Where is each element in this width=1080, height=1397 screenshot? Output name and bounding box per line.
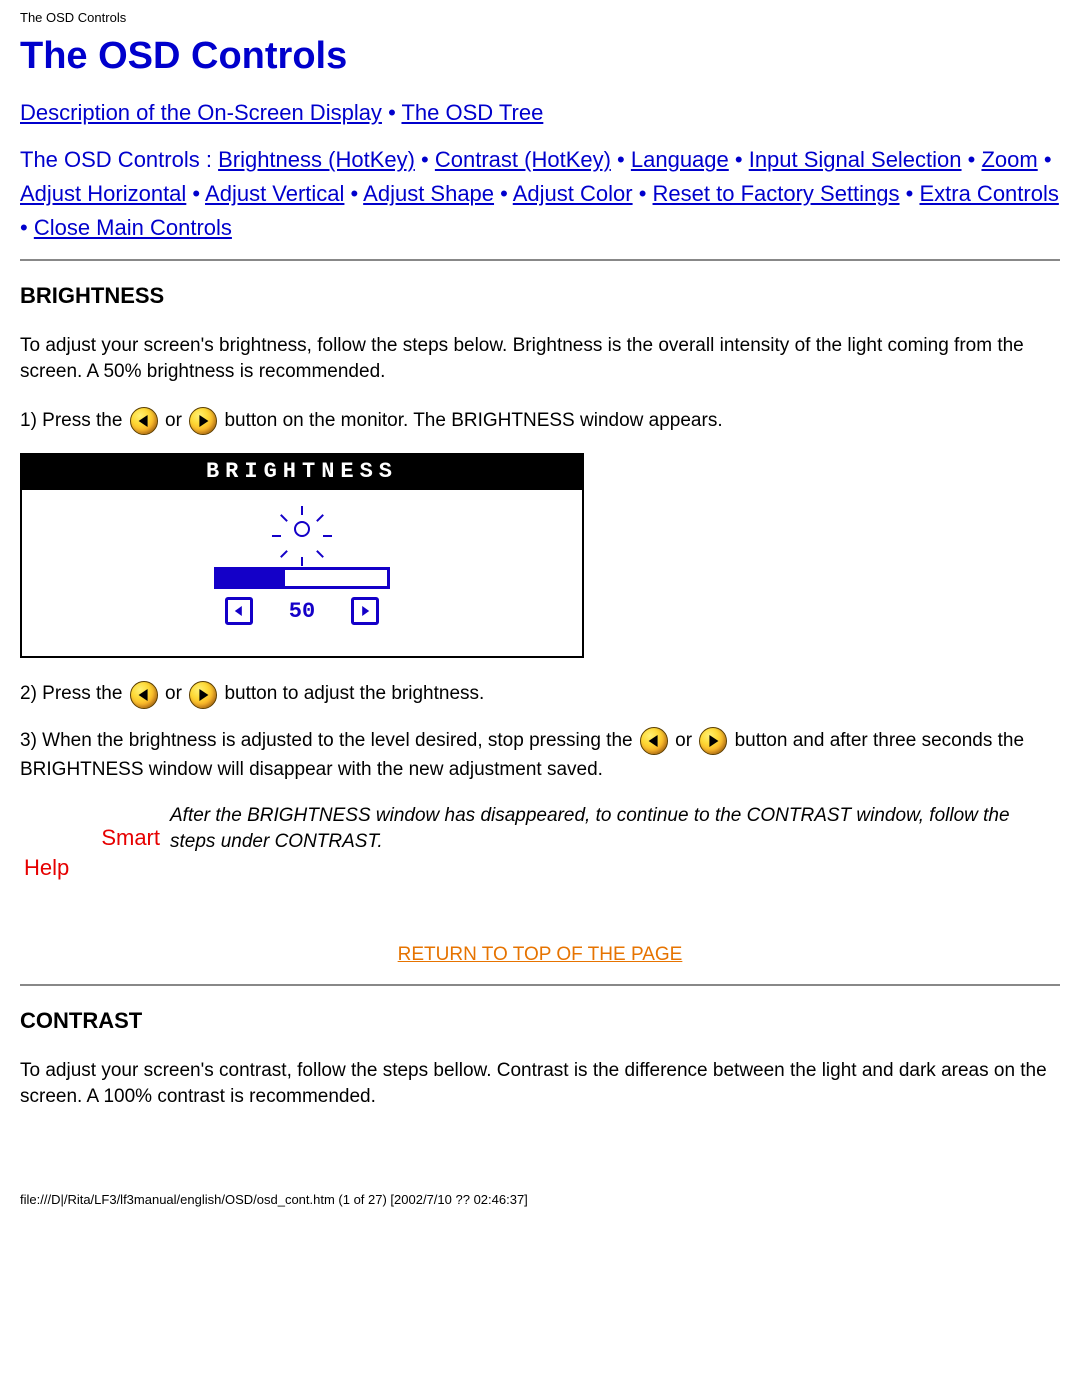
osd-left-icon: [225, 597, 253, 625]
brightness-step-2: 2) Press the or button to adjust the bri…: [20, 680, 1060, 709]
right-arrow-icon: [189, 407, 217, 435]
sub-nav: The OSD Controls : Brightness (HotKey) •…: [20, 143, 1060, 245]
smart-label: Smart: [20, 823, 170, 854]
link-adjust-shape[interactable]: Adjust Shape: [363, 181, 494, 206]
footer-path: file:///D|/Rita/LF3/lf3manual/english/OS…: [0, 1152, 1080, 1215]
top-nav: Description of the On-Screen Display • T…: [20, 96, 1060, 129]
brightness-heading: BRIGHTNESS: [20, 283, 1060, 309]
link-contrast[interactable]: Contrast (HotKey): [435, 147, 611, 172]
smart-help-block: Smart Help After the BRIGHTNESS window h…: [20, 803, 1060, 885]
divider: [20, 259, 1060, 261]
link-close-main[interactable]: Close Main Controls: [34, 215, 232, 240]
link-adjust-vertical[interactable]: Adjust Vertical: [205, 181, 344, 206]
link-reset[interactable]: Reset to Factory Settings: [653, 181, 900, 206]
return-to-top-link[interactable]: RETURN TO TOP OF THE PAGE: [398, 944, 683, 965]
osd-progress-bar: [214, 567, 390, 589]
page-title: The OSD Controls: [20, 35, 1060, 78]
osd-brightness-window: BRIGHTNESS 50: [20, 453, 584, 658]
link-language[interactable]: Language: [631, 147, 729, 172]
header-path: The OSD Controls: [20, 0, 1060, 29]
right-arrow-icon: [189, 681, 217, 709]
link-extra-controls[interactable]: Extra Controls: [919, 181, 1058, 206]
brightness-step-3: 3) When the brightness is adjusted to th…: [20, 727, 1060, 785]
divider: [20, 984, 1060, 986]
left-arrow-icon: [130, 681, 158, 709]
osd-right-icon: [351, 597, 379, 625]
link-description[interactable]: Description of the On-Screen Display: [20, 100, 382, 125]
right-arrow-icon: [699, 727, 727, 755]
contrast-intro: To adjust your screen's contrast, follow…: [20, 1058, 1060, 1109]
link-input-signal[interactable]: Input Signal Selection: [749, 147, 962, 172]
osd-value: 50: [289, 599, 315, 624]
osd-title: BRIGHTNESS: [22, 455, 582, 490]
left-arrow-icon: [130, 407, 158, 435]
smart-help-text: After the BRIGHTNESS window has disappea…: [170, 803, 1060, 856]
brightness-sun-icon: [279, 506, 325, 552]
subnav-prefix: The OSD Controls :: [20, 147, 218, 172]
link-brightness[interactable]: Brightness (HotKey): [218, 147, 415, 172]
help-label: Help: [20, 853, 170, 884]
brightness-step-1: 1) Press the or button on the monitor. T…: [20, 407, 1060, 436]
contrast-heading: CONTRAST: [20, 1008, 1060, 1034]
link-osd-tree[interactable]: The OSD Tree: [401, 100, 543, 125]
link-zoom[interactable]: Zoom: [981, 147, 1037, 172]
return-to-top: RETURN TO TOP OF THE PAGE: [20, 944, 1060, 966]
link-adjust-horizontal[interactable]: Adjust Horizontal: [20, 181, 186, 206]
link-adjust-color[interactable]: Adjust Color: [513, 181, 633, 206]
brightness-intro: To adjust your screen's brightness, foll…: [20, 333, 1060, 384]
left-arrow-icon: [640, 727, 668, 755]
